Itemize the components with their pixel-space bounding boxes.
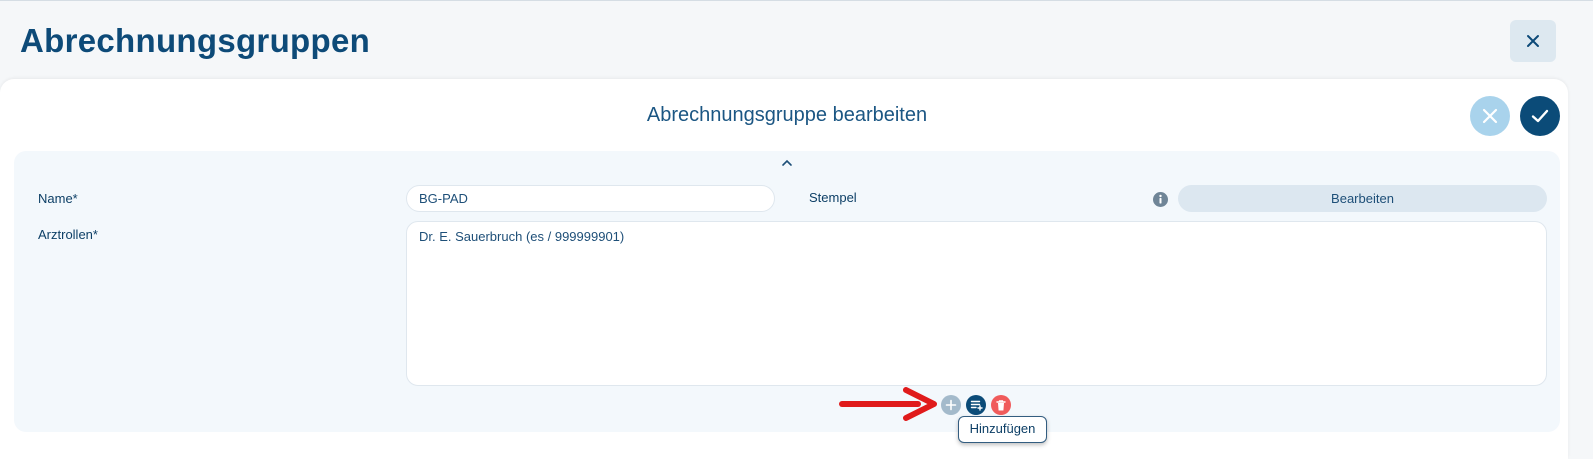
- stamp-edit-button[interactable]: Bearbeiten: [1178, 185, 1547, 212]
- cancel-icon: [1482, 108, 1498, 124]
- save-button[interactable]: [1520, 96, 1560, 136]
- info-icon[interactable]: [1153, 192, 1168, 207]
- cancel-button[interactable]: [1470, 96, 1510, 136]
- trash-icon: [996, 399, 1006, 410]
- roles-label: Arztrollen*: [38, 227, 98, 242]
- list-item[interactable]: Dr. E. Sauerbruch (es / 999999901): [419, 229, 624, 244]
- chevron-up-icon[interactable]: [779, 157, 795, 169]
- delete-button[interactable]: [991, 395, 1011, 415]
- check-icon: [1531, 109, 1549, 123]
- plus-icon: [945, 399, 957, 411]
- close-icon: [1527, 35, 1539, 47]
- add-from-list-button[interactable]: [966, 395, 986, 415]
- list-add-icon: [970, 400, 983, 411]
- stamp-label: Stempel: [809, 190, 857, 205]
- page-title: Abrechnungsgruppen: [20, 22, 371, 59]
- close-window-button[interactable]: [1510, 20, 1556, 62]
- arrow-right-icon: [839, 387, 937, 421]
- panel-title: Abrechnungsgruppe bearbeiten: [646, 104, 928, 126]
- name-label: Name*: [38, 191, 78, 206]
- name-input[interactable]: BG-PAD: [406, 185, 775, 212]
- roles-list[interactable]: Dr. E. Sauerbruch (es / 999999901): [406, 221, 1547, 386]
- add-tooltip: Hinzufügen: [958, 416, 1047, 443]
- top-divider: [0, 0, 1593, 1]
- add-button[interactable]: [941, 395, 961, 415]
